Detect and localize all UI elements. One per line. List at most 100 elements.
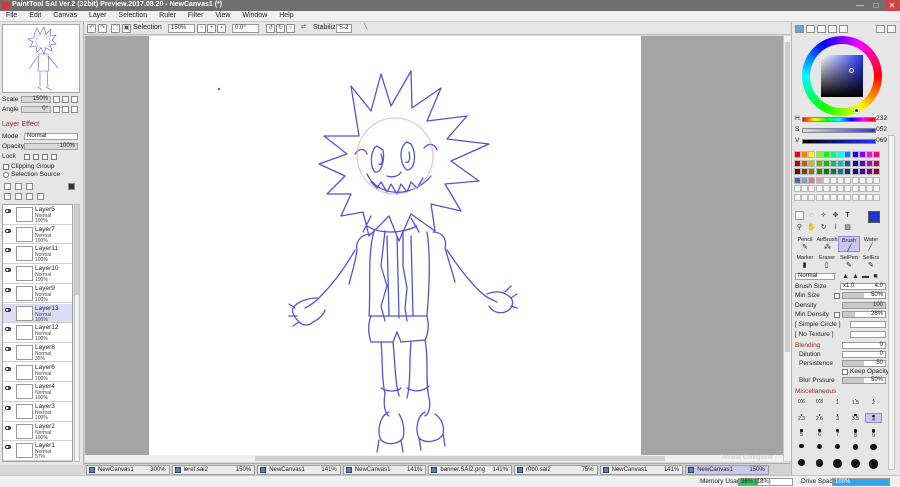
minimize-button[interactable]: — bbox=[853, 0, 867, 11]
color-picker-cursor[interactable] bbox=[849, 68, 854, 73]
panel-menu-icon[interactable] bbox=[876, 25, 885, 33]
hue-slider[interactable] bbox=[802, 117, 876, 122]
document-tab[interactable]: NewCanvas1 141% bbox=[599, 465, 684, 475]
brush-size-slider[interactable]: x1.0 4.0 bbox=[840, 283, 886, 290]
empty-swatch[interactable] bbox=[873, 185, 881, 193]
brush-size-preset[interactable]: 0.8 bbox=[811, 398, 828, 408]
layer-effect-header[interactable]: Layer Effect bbox=[2, 121, 39, 128]
rotate-right-icon[interactable]: ↻ bbox=[276, 24, 285, 33]
hand-tool-icon[interactable]: ✋ bbox=[807, 223, 816, 232]
layer-row[interactable]: Layer1 Normal 57% bbox=[3, 441, 72, 461]
horizontal-scroll-thumb[interactable] bbox=[255, 456, 665, 461]
brush-shape-flat-icon[interactable]: ▲ bbox=[841, 272, 850, 281]
brush-size-preset[interactable]: 9 bbox=[865, 428, 882, 442]
color-swatch[interactable] bbox=[822, 159, 830, 167]
angle-value[interactable]: 0° bbox=[21, 106, 51, 113]
select-rect-icon[interactable] bbox=[795, 211, 804, 220]
menu-canvas[interactable]: Canvas bbox=[47, 11, 81, 19]
scratchpad-mode-icon[interactable] bbox=[839, 25, 848, 33]
hue-ring-cursor[interactable] bbox=[854, 108, 859, 113]
layer-row[interactable]: Layer5 Normal 100% bbox=[3, 205, 72, 225]
color-swatch[interactable] bbox=[837, 168, 845, 176]
density-slider[interactable]: 100 bbox=[842, 302, 886, 309]
color-palette-mode-icon[interactable] bbox=[828, 25, 837, 33]
hsv-slider-mode-icon[interactable] bbox=[817, 25, 826, 33]
redo-icon[interactable]: ↷ bbox=[98, 24, 107, 33]
brush-tool-pencil[interactable]: Pencil ✎ bbox=[794, 236, 816, 252]
document-tab[interactable]: leref.sai2 150% bbox=[171, 465, 256, 475]
empty-swatch[interactable] bbox=[844, 176, 852, 184]
delete-layer-icon[interactable] bbox=[37, 193, 44, 200]
color-swatch[interactable] bbox=[858, 168, 866, 176]
color-swatch[interactable] bbox=[808, 159, 816, 167]
visibility-eye-icon[interactable] bbox=[5, 406, 11, 410]
color-swatch[interactable] bbox=[801, 168, 809, 176]
zoom-tool-icon[interactable]: ⚲ bbox=[795, 223, 804, 232]
angle-reset-icon[interactable] bbox=[71, 106, 78, 113]
brush-size-preset[interactable] bbox=[811, 458, 828, 472]
color-swatch[interactable] bbox=[873, 159, 881, 167]
menu-view[interactable]: View bbox=[209, 11, 234, 19]
miscellaneous-header[interactable]: Miscellaneous bbox=[795, 388, 836, 395]
scale-plus-icon[interactable] bbox=[62, 96, 69, 103]
color-swatch[interactable] bbox=[837, 151, 845, 158]
canvas-viewport[interactable] bbox=[85, 36, 783, 461]
empty-swatch[interactable] bbox=[866, 176, 873, 184]
primary-color-box[interactable] bbox=[868, 211, 880, 223]
menu-selection[interactable]: Selection bbox=[112, 11, 151, 19]
min-size-slider[interactable]: 50% bbox=[842, 292, 886, 299]
tool-panel-scrollbar[interactable] bbox=[888, 135, 895, 470]
angle-field[interactable]: 0.0° bbox=[232, 24, 259, 33]
empty-swatch[interactable] bbox=[794, 185, 801, 193]
empty-swatch[interactable] bbox=[858, 185, 866, 193]
color-swatch[interactable] bbox=[815, 159, 823, 167]
color-swatch[interactable] bbox=[851, 159, 859, 167]
menu-ruler[interactable]: Ruler bbox=[153, 11, 180, 19]
brush-tool-marker[interactable]: Marker ▮ bbox=[794, 254, 816, 270]
lock-paint-checkbox[interactable] bbox=[42, 154, 48, 160]
visibility-eye-icon[interactable] bbox=[5, 307, 11, 312]
layer-list-scroll-thumb[interactable] bbox=[75, 205, 79, 295]
brush-tool-eraser[interactable]: Eraser ▯ bbox=[816, 254, 838, 270]
brush-size-preset[interactable] bbox=[865, 458, 882, 472]
visibility-eye-icon[interactable] bbox=[5, 209, 11, 213]
color-swatch[interactable] bbox=[851, 151, 859, 158]
brush-tool-brush[interactable]: Brush ╱ bbox=[838, 236, 860, 252]
brush-size-preset[interactable] bbox=[829, 458, 846, 472]
empty-swatch[interactable] bbox=[866, 185, 873, 193]
visibility-eye-icon[interactable] bbox=[5, 346, 11, 351]
zoom-in-icon[interactable]: + bbox=[207, 24, 216, 33]
maximize-button[interactable]: □ bbox=[869, 0, 883, 11]
color-swatch[interactable] bbox=[858, 151, 866, 158]
min-size-checkbox[interactable] bbox=[834, 293, 840, 299]
brush-size-preset[interactable]: 2.3 bbox=[793, 413, 810, 423]
min-density-slider[interactable]: 28% bbox=[842, 311, 886, 318]
color-swatch[interactable] bbox=[844, 159, 852, 167]
empty-swatch[interactable] bbox=[808, 194, 816, 201]
brush-size-preset[interactable] bbox=[847, 443, 864, 457]
brush-shape-soft-icon[interactable]: ▲ bbox=[851, 272, 860, 281]
new-folder-icon[interactable] bbox=[15, 183, 22, 190]
brush-size-preset[interactable]: 2 bbox=[865, 398, 882, 408]
empty-swatch[interactable] bbox=[822, 185, 830, 193]
rotate-left-icon[interactable]: ↺ bbox=[266, 24, 275, 33]
empty-swatch[interactable] bbox=[866, 194, 873, 201]
brush-texture-strength[interactable] bbox=[850, 331, 886, 338]
menu-window[interactable]: Window bbox=[236, 11, 271, 19]
color-swatch[interactable] bbox=[837, 159, 845, 167]
line-tool-icon[interactable]: ╲ bbox=[361, 24, 370, 33]
visibility-eye-icon[interactable] bbox=[5, 366, 11, 371]
zoom-reset-icon[interactable]: ▪ bbox=[217, 24, 226, 33]
brush-size-preset[interactable] bbox=[865, 443, 882, 457]
color-swatch[interactable] bbox=[815, 176, 823, 184]
empty-swatch[interactable] bbox=[844, 194, 852, 201]
color-swatch[interactable] bbox=[830, 159, 837, 167]
color-swatch[interactable] bbox=[858, 159, 866, 167]
brush-tool-water[interactable]: Water ╱ bbox=[860, 236, 882, 252]
visibility-eye-icon[interactable] bbox=[5, 445, 11, 450]
color-swatch[interactable] bbox=[873, 168, 881, 176]
keep-opacity-checkbox[interactable] bbox=[842, 369, 848, 375]
menu-file[interactable]: File bbox=[0, 11, 21, 19]
color-swatch[interactable] bbox=[794, 168, 801, 176]
brush-tool-selpen[interactable]: SelPen ✎ bbox=[838, 254, 860, 270]
